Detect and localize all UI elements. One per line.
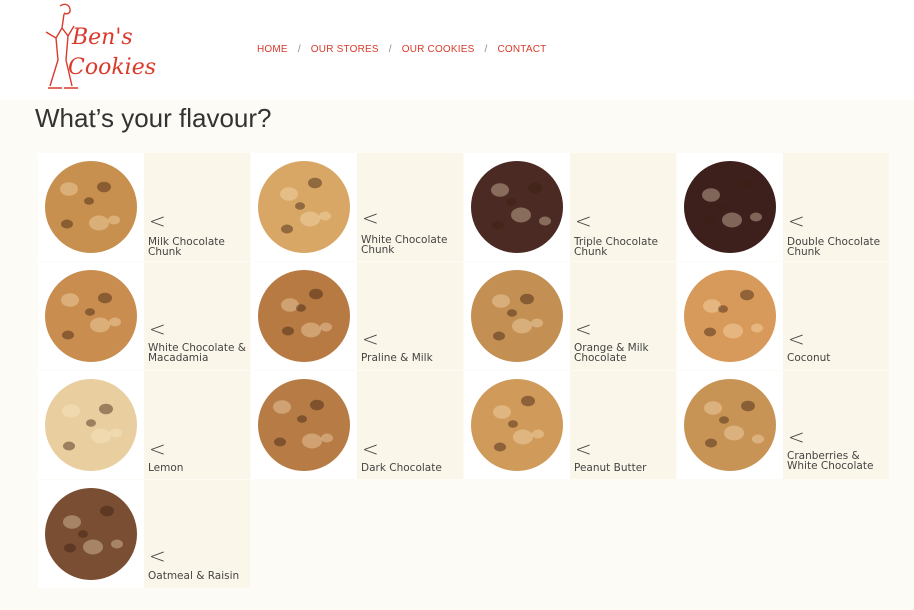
cookie-tile[interactable]: < Triple Chocolate Chunk [464, 153, 676, 261]
cookie-name: Oatmeal & Raisin [148, 570, 240, 582]
nav-separator: / [484, 44, 488, 55]
nav-separator: / [388, 44, 392, 55]
cookie-tile[interactable]: < Oatmeal & Raisin [38, 480, 250, 588]
cookie-icon [45, 270, 137, 362]
cookie-icon [684, 270, 776, 362]
cookie-name: Double Chocolate Chunk [787, 236, 881, 258]
cookie-tile[interactable]: < Milk Chocolate Chunk [38, 153, 250, 261]
chevron-left-icon[interactable]: < [788, 427, 805, 447]
cookie-name: White Chocolate & Macadamia [148, 342, 246, 364]
cookie-image[interactable] [464, 153, 570, 261]
cookie-image[interactable] [38, 153, 144, 261]
chevron-left-icon[interactable]: < [149, 319, 166, 339]
chevron-left-icon[interactable]: < [575, 319, 592, 339]
cookie-icon [684, 161, 776, 253]
chevron-left-icon[interactable]: < [362, 208, 379, 228]
cookie-name: Orange & Milk Chocolate [574, 342, 649, 364]
svg-text:Cookies: Cookies [68, 55, 156, 80]
cookie-name: Milk Chocolate Chunk [148, 236, 225, 258]
cookie-image[interactable] [464, 371, 570, 479]
chevron-left-icon[interactable]: < [575, 211, 592, 231]
cookie-image[interactable] [251, 371, 357, 479]
cookie-image[interactable] [38, 371, 144, 479]
chevron-left-icon[interactable]: < [149, 546, 166, 566]
chevron-left-icon[interactable]: < [788, 329, 805, 349]
cookie-tile[interactable]: < Dark Chocolate [251, 371, 463, 479]
cookie-image[interactable] [38, 480, 144, 588]
cookie-icon [45, 379, 137, 471]
nav-contact[interactable]: CONTACT [497, 44, 546, 55]
chevron-left-icon[interactable]: < [788, 211, 805, 231]
chevron-left-icon[interactable]: < [575, 439, 592, 459]
chevron-left-icon[interactable]: < [149, 439, 166, 459]
cookie-tile[interactable]: < Coconut [677, 262, 889, 370]
main-nav: HOME / OUR STORES / OUR COOKIES / CONTAC… [257, 44, 546, 55]
cookie-icon [258, 161, 350, 253]
nav-our-cookies[interactable]: OUR COOKIES [402, 44, 475, 55]
nav-home[interactable]: HOME [257, 44, 288, 55]
cookie-icon [45, 161, 137, 253]
cookie-icon [258, 270, 350, 362]
nav-separator: / [297, 44, 301, 55]
cookie-icon [471, 379, 563, 471]
cookie-icon [471, 161, 563, 253]
nav-our-stores[interactable]: OUR STORES [311, 44, 379, 55]
cookie-name: White Chocolate Chunk [361, 234, 448, 256]
cookie-tile[interactable]: < Lemon [38, 371, 250, 479]
cookie-name: Praline & Milk [361, 352, 433, 364]
cookie-tile[interactable]: < Praline & Milk [251, 262, 463, 370]
cookie-name: Peanut Butter [574, 462, 647, 474]
site-header: Ben's Cookies HOME / OUR STORES / OUR CO… [0, 0, 914, 100]
chevron-left-icon[interactable]: < [149, 211, 166, 231]
page-title: What’s your flavour? [35, 103, 272, 133]
cookie-name: Cranberries & White Chocolate [787, 450, 874, 472]
cookie-icon [258, 379, 350, 471]
cookie-icon [471, 270, 563, 362]
cookie-name: Dark Chocolate [361, 462, 442, 474]
cookie-image[interactable] [464, 262, 570, 370]
cookie-icon [684, 379, 776, 471]
cookie-tile[interactable]: < White Chocolate Chunk [251, 153, 463, 261]
cookie-name: Coconut [787, 352, 831, 364]
cookie-tile[interactable]: < Cranberries & White Chocolate [677, 371, 889, 479]
svg-text:Ben's: Ben's [71, 25, 133, 50]
cookie-tile[interactable]: < Orange & Milk Chocolate [464, 262, 676, 370]
cookie-name: Triple Chocolate Chunk [574, 236, 659, 258]
cookie-tile[interactable]: < White Chocolate & Macadamia [38, 262, 250, 370]
bens-cookies-logo[interactable]: Ben's Cookies [38, 2, 156, 92]
cookie-image[interactable] [677, 262, 783, 370]
cookie-image[interactable] [677, 153, 783, 261]
chevron-left-icon[interactable]: < [362, 329, 379, 349]
cookie-image[interactable] [251, 262, 357, 370]
chevron-left-icon[interactable]: < [362, 439, 379, 459]
cookie-tile[interactable]: < Peanut Butter [464, 371, 676, 479]
cookie-name: Lemon [148, 462, 184, 474]
cookie-image[interactable] [677, 371, 783, 479]
cookie-icon [45, 488, 137, 580]
cookie-tile[interactable]: < Double Chocolate Chunk [677, 153, 889, 261]
cookie-image[interactable] [38, 262, 144, 370]
cookie-image[interactable] [251, 153, 357, 261]
